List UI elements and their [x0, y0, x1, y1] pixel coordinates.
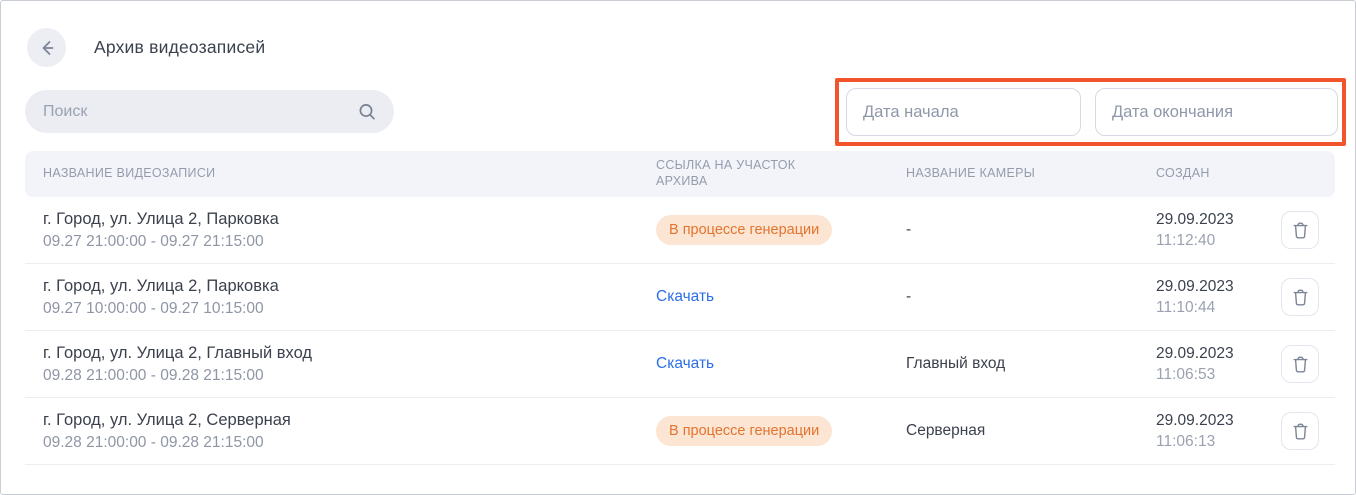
generation-status-badge: В процессе генерации [656, 416, 832, 446]
created-time: 11:06:53 [1156, 366, 1281, 384]
search-input[interactable] [43, 103, 356, 121]
recording-period: 09.27 10:00:00 - 09.27 10:15:00 [43, 300, 656, 318]
delete-button[interactable] [1281, 211, 1319, 249]
recording-name: г. Город, ул. Улица 2, Серверная [43, 411, 656, 430]
camera-name: Главный вход [906, 355, 1156, 373]
table-body: г. Город, ул. Улица 2, Парковка 09.27 21… [25, 197, 1335, 465]
table-row: г. Город, ул. Улица 2, Парковка 09.27 21… [25, 197, 1335, 264]
recording-period: 09.27 21:00:00 - 09.27 21:15:00 [43, 233, 656, 251]
trash-icon [1292, 355, 1309, 374]
recording-name: г. Город, ул. Улица 2, Парковка [43, 277, 656, 296]
table-header: НАЗВАНИЕ ВИДЕОЗАПИСИ ССЫЛКА НА УЧАСТОК А… [25, 151, 1335, 197]
delete-button[interactable] [1281, 278, 1319, 316]
created-date: 29.09.2023 [1156, 412, 1281, 430]
date-start-input[interactable] [846, 88, 1081, 136]
recording-name: г. Город, ул. Улица 2, Парковка [43, 210, 656, 229]
highlight-rectangle [835, 78, 1346, 146]
created-date: 29.09.2023 [1156, 278, 1281, 296]
delete-button[interactable] [1281, 345, 1319, 383]
table-row: г. Город, ул. Улица 2, Серверная 09.28 2… [25, 398, 1335, 465]
archive-link-cell: Скачать [656, 288, 906, 306]
table-row: г. Город, ул. Улица 2, Парковка 09.27 10… [25, 264, 1335, 331]
archive-link-cell: В процессе генерации [656, 215, 906, 245]
search-icon [356, 101, 378, 123]
created-time: 11:12:40 [1156, 232, 1281, 250]
delete-button[interactable] [1281, 412, 1319, 450]
download-link[interactable]: Скачать [656, 288, 714, 305]
back-button[interactable] [27, 28, 66, 67]
created-date: 29.09.2023 [1156, 345, 1281, 363]
date-end-input[interactable] [1095, 88, 1338, 136]
generation-status-badge: В процессе генерации [656, 215, 832, 245]
trash-icon [1292, 221, 1309, 240]
back-arrow-icon [36, 37, 58, 59]
archive-link-cell: Скачать [656, 355, 906, 373]
page-title: Архив видеозаписей [94, 37, 265, 58]
archive-page: Архив видеозаписей НАЗВАНИЕ ВИДЕОЗАПИСИ … [0, 0, 1356, 495]
search-bar [25, 90, 394, 133]
column-created: СОЗДАН [1156, 166, 1281, 182]
created-time: 11:06:13 [1156, 433, 1281, 451]
trash-icon [1292, 288, 1309, 307]
download-link[interactable]: Скачать [656, 355, 714, 372]
trash-icon [1292, 422, 1309, 441]
recording-name: г. Город, ул. Улица 2, Главный вход [43, 344, 656, 363]
camera-name: Серверная [906, 422, 1156, 440]
recording-period: 09.28 21:00:00 - 09.28 21:15:00 [43, 367, 656, 385]
created-time: 11:10:44 [1156, 299, 1281, 317]
column-recording-name: НАЗВАНИЕ ВИДЕОЗАПИСИ [43, 166, 656, 182]
table-row: г. Город, ул. Улица 2, Главный вход 09.2… [25, 331, 1335, 398]
column-archive-link: ССЫЛКА НА УЧАСТОК АРХИВА [656, 158, 831, 189]
recording-period: 09.28 21:00:00 - 09.28 21:15:00 [43, 434, 656, 452]
column-camera-name: НАЗВАНИЕ КАМЕРЫ [906, 166, 1156, 182]
archive-link-cell: В процессе генерации [656, 416, 906, 446]
camera-name: - [906, 221, 1156, 239]
recordings-table: НАЗВАНИЕ ВИДЕОЗАПИСИ ССЫЛКА НА УЧАСТОК А… [25, 151, 1335, 465]
created-date: 29.09.2023 [1156, 211, 1281, 229]
camera-name: - [906, 288, 1156, 306]
